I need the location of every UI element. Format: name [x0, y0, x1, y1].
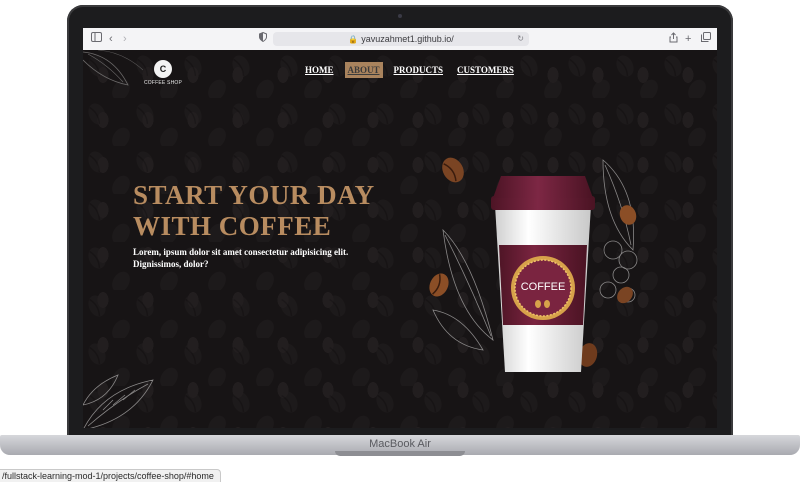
device-label: MacBook Air [369, 438, 431, 450]
hero-title-line-1: START YOUR DAY [133, 180, 375, 210]
coffee-cup-illustration: COFFEE [429, 157, 638, 372]
camera-icon [398, 14, 402, 18]
logo-text: COFFEE SHOP [143, 80, 183, 86]
reload-icon[interactable]: ↻ [517, 32, 524, 46]
address-bar[interactable]: 🔒 yavuzahmet1.github.io/ ↻ [273, 32, 529, 46]
nav-home[interactable]: HOME [302, 62, 337, 78]
nav-customers[interactable]: CUSTOMERS [454, 62, 517, 78]
plus-icon[interactable]: + [685, 32, 691, 46]
chevron-left-icon[interactable]: ‹ [109, 32, 113, 46]
sidebar-icon[interactable] [91, 32, 102, 46]
shield-icon[interactable] [259, 31, 267, 46]
browser-toolbar: ‹ › 🔒 yavuzahmet1.github.io/ ↻ + [83, 28, 717, 51]
nav-products[interactable]: PRODUCTS [391, 62, 447, 78]
lock-icon: 🔒 [348, 35, 359, 44]
chevron-right-icon[interactable]: › [123, 32, 127, 46]
laptop-notch [335, 451, 465, 456]
share-icon[interactable] [669, 32, 678, 47]
website-hero: C COFFEE SHOP HOME ABOUT PRODUCTS CUSTOM… [83, 50, 717, 428]
status-bar-url: /fullstack-learning-mod-1/projects/coffe… [0, 469, 221, 482]
screen: ‹ › 🔒 yavuzahmet1.github.io/ ↻ + C COFFE… [83, 28, 717, 428]
site-logo[interactable]: C COFFEE SHOP [133, 60, 193, 86]
tabs-icon[interactable] [701, 32, 711, 46]
cup-label: COFFEE [521, 281, 566, 293]
hero-subtitle: Lorem, ipsum dolor sit amet consectetur … [133, 247, 349, 269]
nav-about[interactable]: ABOUT [344, 62, 383, 78]
hero-title-line-2: WITH COFFEE [133, 211, 332, 241]
coffee-cup-logo-icon: C [154, 60, 172, 78]
leaf-decoration-bottom-icon [83, 374, 154, 428]
main-nav: HOME ABOUT PRODUCTS CUSTOMERS [302, 62, 517, 78]
url-text: yavuzahmet1.github.io/ [361, 34, 454, 44]
hero-title: START YOUR DAY WITH COFFEE [133, 180, 393, 242]
